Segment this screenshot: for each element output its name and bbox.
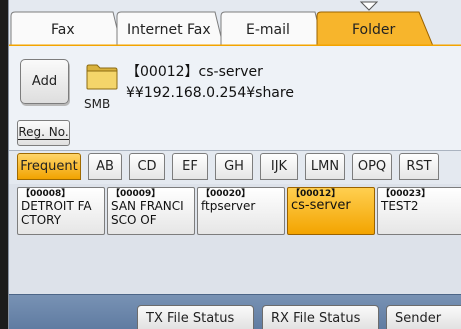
- entry-name-line2: SCO OF: [111, 213, 157, 227]
- entry-number: 【00023】: [381, 189, 431, 199]
- entry-name-line1: cs-server: [291, 198, 351, 213]
- tab-internet-fax[interactable]: Internet Fax: [127, 22, 211, 38]
- index-tab-cd[interactable]: CD: [129, 153, 165, 180]
- reg-no-button[interactable]: Reg. No.: [17, 120, 70, 146]
- destination-name: 【00012】cs-server: [126, 64, 263, 80]
- index-tab-lmn[interactable]: LMN: [305, 153, 345, 180]
- index-tab-ef[interactable]: EF: [172, 153, 208, 180]
- destination-entry-00023[interactable]: 【00023】 TEST2: [377, 187, 461, 235]
- destination-entry-00020[interactable]: 【00020】 ftpserver: [197, 187, 285, 235]
- entry-name-line2: CTORY: [21, 213, 62, 227]
- protocol-label: SMB: [84, 97, 111, 111]
- index-tab-ijk[interactable]: IJK: [260, 153, 298, 180]
- rx-file-status-button[interactable]: RX File Status: [262, 305, 379, 329]
- index-tab-rst[interactable]: RST: [399, 153, 439, 180]
- tab-email[interactable]: E-mail: [246, 22, 290, 38]
- destination-entry-00008[interactable]: 【00008】 DETROIT FA CTORY: [17, 187, 105, 235]
- destination-entry-00009[interactable]: 【00009】 SAN FRANCI SCO OF: [107, 187, 195, 235]
- scanner-screen: Fax Internet Fax E-mail Folder Add SMB 【…: [0, 0, 461, 329]
- entry-name-line1: DETROIT FA: [21, 199, 92, 213]
- tab-fax[interactable]: Fax: [51, 22, 75, 38]
- destination-path: ¥¥192.168.0.254¥share: [126, 85, 294, 101]
- add-button[interactable]: Add: [20, 59, 69, 104]
- destination-info-panel: Add SMB 【00012】cs-server ¥¥192.168.0.254…: [9, 46, 461, 150]
- entry-number: 【00020】: [201, 189, 251, 199]
- entry-name-line1: SAN FRANCI: [111, 199, 184, 213]
- tab-folder[interactable]: Folder: [352, 22, 395, 38]
- destination-entry-00012[interactable]: 【00012】 cs-server: [287, 187, 375, 235]
- index-tab-gh[interactable]: GH: [215, 153, 253, 180]
- entry-name-line1: ftpserver: [201, 199, 256, 213]
- index-tab-frequent[interactable]: Frequent: [17, 153, 81, 180]
- folder-icon: [86, 64, 118, 90]
- sender-button[interactable]: Sender: [386, 305, 461, 329]
- entry-name-line1: TEST2: [381, 199, 419, 213]
- index-tabs: Frequent AB CD EF GH IJK LMN OPQ RST: [9, 150, 461, 185]
- bottom-bar: TX File Status RX File Status Sender: [9, 294, 461, 329]
- entry-number: 【00008】: [21, 189, 71, 199]
- entry-number: 【00009】: [111, 189, 161, 199]
- tx-file-status-button[interactable]: TX File Status: [137, 305, 254, 329]
- index-tab-ab[interactable]: AB: [88, 153, 122, 180]
- destination-list: 【00008】 DETROIT FA CTORY 【00009】 SAN FRA…: [9, 184, 461, 294]
- folder-destination-page: Fax Internet Fax E-mail Folder Add SMB 【…: [8, 0, 461, 329]
- index-tab-opq[interactable]: OPQ: [352, 153, 392, 180]
- destination-type-tabs: Fax Internet Fax E-mail Folder: [9, 0, 461, 46]
- reg-no-label: Reg. No.: [18, 125, 69, 140]
